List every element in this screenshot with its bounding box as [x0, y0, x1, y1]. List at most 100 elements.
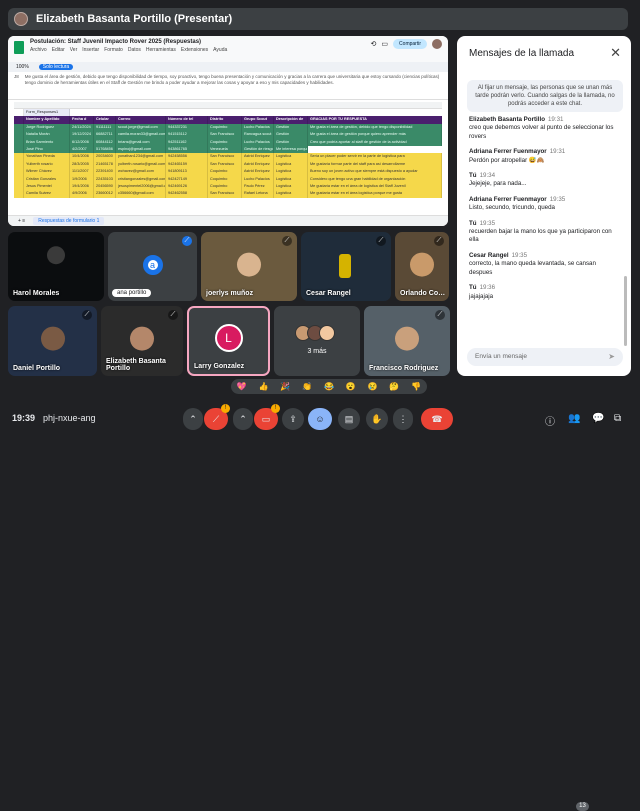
row-number: [14, 190, 24, 198]
message-text: Perdón por atropellar 😅🙈: [469, 156, 545, 164]
more-participants-tile[interactable]: 3 más: [274, 306, 360, 376]
mic-toggle-button[interactable]: ⟋!: [204, 404, 230, 430]
warning-badge: !: [221, 404, 230, 413]
participant-tile[interactable]: ⟋ joerlys muñoz: [201, 232, 297, 301]
mic-off-icon: ⟋: [182, 236, 192, 246]
sheet-cell: Astrid Enriquez: [242, 160, 274, 169]
sheet-cell: jesuspimentel2006@gmail.com: [116, 182, 166, 191]
participant-name: Harol Morales: [13, 290, 60, 297]
reaction-emoji[interactable]: 👏: [302, 382, 312, 391]
message-time: 19:34: [479, 172, 496, 180]
sheet-cell: 942465159: [166, 160, 208, 169]
reaction-emoji[interactable]: 🤔: [389, 382, 399, 391]
doc-menu: Archivo Editar Ver Insertar Formato Datos Herr…: [30, 47, 227, 53]
participant-tile[interactable]: ⟋ Orlando Co…: [395, 232, 449, 301]
sheet-row: Brian Sarmiento 6/12/2006 60844112 brians@g…: [14, 138, 442, 146]
reaction-emoji[interactable]: 🎉: [280, 382, 290, 391]
readonly-badge: Solo lectura: [38, 64, 74, 70]
row-number: [14, 131, 24, 139]
leave-call-button[interactable]: ☎: [421, 408, 453, 430]
more-count: 3 más: [307, 348, 327, 355]
activities-icon[interactable]: ⧉: [614, 413, 621, 424]
message-input[interactable]: Envía un mensaje ➤: [467, 348, 623, 366]
mic-off-icon: ⟋: [376, 236, 386, 246]
participant-name: joerlys muñoz: [206, 290, 254, 297]
meeting-code: phj-nxue-ang: [43, 413, 96, 423]
row-number: [14, 116, 24, 124]
sheet-row: Yulberth rosario 28/3/2005 21465178 yulbert…: [14, 160, 442, 169]
participant-tile[interactable]: ⟋ Daniel Portillo: [8, 306, 97, 376]
captions-button[interactable]: ▤: [338, 408, 360, 430]
chat-message: Adriana Ferrer Fuenmayor 19:35 Listo, secu…: [469, 196, 619, 213]
sheet-cell: camila.moran33@gmail.com: [116, 131, 166, 139]
message-author: Tú: [469, 172, 477, 180]
message-text: Listo, secundo, tricundo, queda: [469, 204, 555, 212]
sheet-cell: Coquimbo: [208, 138, 242, 146]
doc-menu-item: Ayuda: [213, 47, 228, 53]
camera-options-button[interactable]: ⌃: [233, 408, 253, 430]
sheet-cell: 4/9/2006: [70, 190, 94, 198]
sheet-cell: 944337231: [166, 123, 208, 132]
doc-title: Postulación: Staff Juvenil Impacto Rover…: [30, 39, 202, 45]
reaction-emoji[interactable]: 👎: [411, 382, 421, 391]
chat-message: Tú 19:36 jajajajaja: [469, 284, 619, 301]
participant-tile[interactable]: ⟋ Cesar Rangel: [301, 232, 391, 301]
participant-tile[interactable]: ⟋ Francisco Rodriguez: [364, 306, 450, 376]
formula-text: Me gusta el área de gestión, debido que …: [24, 74, 440, 85]
sheet-cell: Coquimbo: [208, 182, 242, 191]
sheet-cell: José Pino: [24, 145, 70, 154]
add-sheet-icon: + ≡: [18, 218, 26, 224]
chat-info: Al fijar un mensaje, las personas que se…: [467, 80, 623, 112]
more-options-button[interactable]: ⋮: [393, 408, 413, 430]
sheet-cell: Me gustaría formar parte del staff para …: [308, 160, 442, 169]
info-icon[interactable]: ⓘ: [545, 413, 555, 428]
send-icon[interactable]: ➤: [608, 352, 615, 361]
chat-icon[interactable]: 💬: [592, 413, 604, 424]
sheet-cell: 66882711: [94, 131, 116, 139]
reaction-emoji[interactable]: 👍: [259, 382, 269, 391]
chevron-up-icon: ⌃: [189, 414, 197, 424]
reaction-emoji[interactable]: 😢: [367, 382, 377, 391]
chat-scrollbar[interactable]: [624, 276, 627, 346]
sheet-cell: Grupo Scout: [242, 116, 274, 124]
presenter-avatar: [14, 12, 28, 26]
mic-options-button[interactable]: ⌃: [183, 408, 203, 430]
sheet-row: Jesus Pimentel 19/4/2006 20456590 jesuspime…: [14, 182, 442, 191]
participant-tile[interactable]: Harol Morales: [8, 232, 104, 301]
camera-toggle-button[interactable]: ▭!: [254, 404, 280, 430]
sheet-cell: Paulo Pérez: [242, 182, 274, 191]
raise-hand-button[interactable]: ✋: [366, 408, 388, 430]
sheets-logo: [14, 41, 24, 54]
sheet-cell: Lucho Palacios: [242, 138, 274, 146]
sheet-cell: Coquimbo: [208, 168, 242, 176]
sheet-cell: Gestión: [274, 123, 308, 132]
sheet-row: Jorge Rodríguez 24/11/2024 91111111 scout.j…: [14, 123, 442, 132]
participant-tile[interactable]: a ⟋ ana portillo: [108, 232, 197, 301]
message-text: creo que debemos volver al punto de sele…: [469, 124, 614, 140]
present-button[interactable]: ⇪: [282, 408, 304, 430]
warning-badge: !: [271, 404, 280, 413]
message-time: 19:31: [547, 116, 564, 123]
participant-tile[interactable]: L Larry Gonzalez: [187, 306, 270, 376]
sheet-cell: Logística: [274, 160, 308, 169]
sheet-cell: 942511162: [166, 138, 208, 146]
participant-avatar: a: [142, 255, 163, 276]
reaction-emoji[interactable]: 😂: [324, 382, 334, 391]
sheet-cell: Logística: [274, 190, 308, 198]
reactions-button[interactable]: ☺: [308, 408, 332, 430]
sheet-cell: Jesus Pimentel: [24, 182, 70, 191]
sheet-cell: Lucho Palacios: [242, 175, 274, 183]
participant-tile[interactable]: ⟋ Elizabeth Basanta Portillo: [101, 306, 183, 376]
sheet-cell: Logística: [274, 168, 308, 176]
row-number: [14, 145, 24, 154]
close-icon[interactable]: ✕: [610, 45, 621, 61]
sheet-cell: Logística: [274, 153, 308, 161]
sheet-tab: Respuestas de formulario 1: [33, 217, 105, 225]
mic-off-icon: ⟋: [434, 236, 444, 246]
sheet-cell: Distrito: [208, 116, 242, 124]
reaction-emoji[interactable]: 💖: [237, 382, 247, 391]
people-icon[interactable]: 👥: [568, 413, 580, 424]
reaction-emoji[interactable]: 😮: [346, 382, 356, 391]
sheet-cell: 20034600: [94, 153, 116, 161]
participant-video: [237, 252, 261, 277]
